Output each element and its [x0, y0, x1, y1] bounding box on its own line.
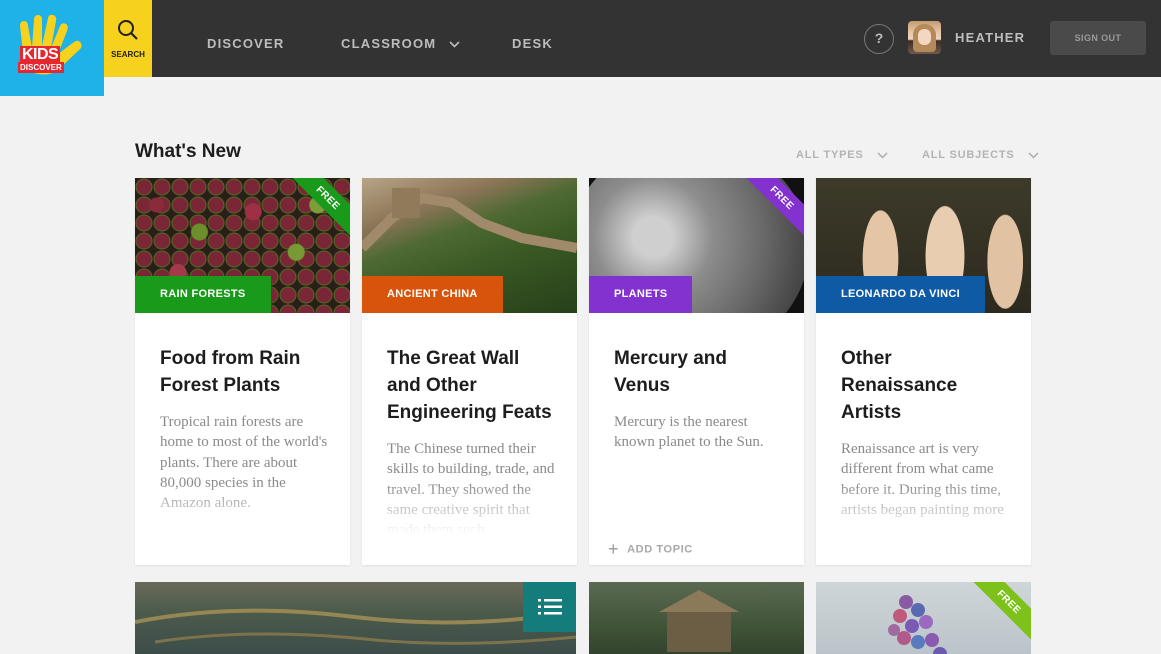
- filter-all-subjects[interactable]: ALL SUBJECTS: [922, 149, 1039, 161]
- card-title[interactable]: The Great Wall and Other Engineering Fea…: [387, 345, 557, 426]
- chevron-down-icon: [877, 152, 888, 159]
- search-icon: [118, 20, 138, 40]
- plus-icon: +: [608, 539, 620, 559]
- search-button[interactable]: SEARCH: [104, 0, 152, 77]
- topic-tag[interactable]: LEONARDO DA VINCI: [816, 276, 985, 313]
- add-topic-label: ADD TOPIC: [627, 543, 693, 556]
- chevron-down-icon: [1028, 152, 1039, 159]
- chevron-down-icon: [449, 41, 460, 48]
- free-ribbon: FREE: [277, 178, 350, 249]
- topic-card[interactable]: FREE PLANETS Mercury and Venus Mercury i…: [589, 178, 804, 565]
- avatar[interactable]: [908, 21, 941, 54]
- topic-tag[interactable]: RAIN FORESTS: [135, 276, 271, 313]
- list-icon: [538, 599, 562, 615]
- sign-out-button[interactable]: SIGN OUT: [1050, 21, 1146, 55]
- topic-card[interactable]: FREE RAIN FORESTS Food from Rain Forest …: [135, 178, 350, 565]
- card-description: Mercury is the nearest known planet to t…: [614, 414, 764, 451]
- add-topic-button[interactable]: + ADD TOPIC: [608, 539, 693, 560]
- nav-discover[interactable]: DISCOVER: [207, 36, 285, 51]
- username[interactable]: HEATHER: [955, 30, 1025, 45]
- topic-card[interactable]: ANCIENT CHINA The Great Wall and Other E…: [362, 178, 577, 565]
- kids-discover-logo[interactable]: KIDS DISCOVER: [0, 0, 104, 96]
- filter-all-types[interactable]: ALL TYPES: [796, 149, 888, 161]
- card-title[interactable]: Other Renaissance Artists: [841, 345, 1011, 426]
- topic-card[interactable]: [589, 582, 804, 654]
- topic-card[interactable]: LEONARDO DA VINCI Other Renaissance Arti…: [816, 178, 1031, 565]
- topic-tag[interactable]: ANCIENT CHINA: [362, 276, 503, 313]
- feature-card[interactable]: [135, 582, 576, 654]
- topic-tag[interactable]: PLANETS: [589, 276, 693, 313]
- logo-discover-text: DISCOVER: [18, 62, 64, 73]
- help-icon[interactable]: ?: [864, 24, 894, 54]
- search-label: SEARCH: [111, 50, 145, 59]
- topic-card[interactable]: FREE: [816, 582, 1031, 654]
- nav-desk[interactable]: DESK: [512, 36, 553, 51]
- nav-classroom-label: CLASSROOM: [341, 36, 437, 51]
- card-title[interactable]: Food from Rain Forest Plants: [160, 345, 330, 399]
- nav-classroom[interactable]: CLASSROOM: [341, 36, 460, 51]
- card-title[interactable]: Mercury and Venus: [614, 345, 784, 399]
- filter-all-types-label: ALL TYPES: [796, 149, 864, 161]
- list-view-button[interactable]: [523, 582, 576, 632]
- filter-all-subjects-label: ALL SUBJECTS: [922, 149, 1015, 161]
- logo-kids-text: KIDS: [20, 46, 61, 63]
- section-title: What's New: [135, 141, 241, 162]
